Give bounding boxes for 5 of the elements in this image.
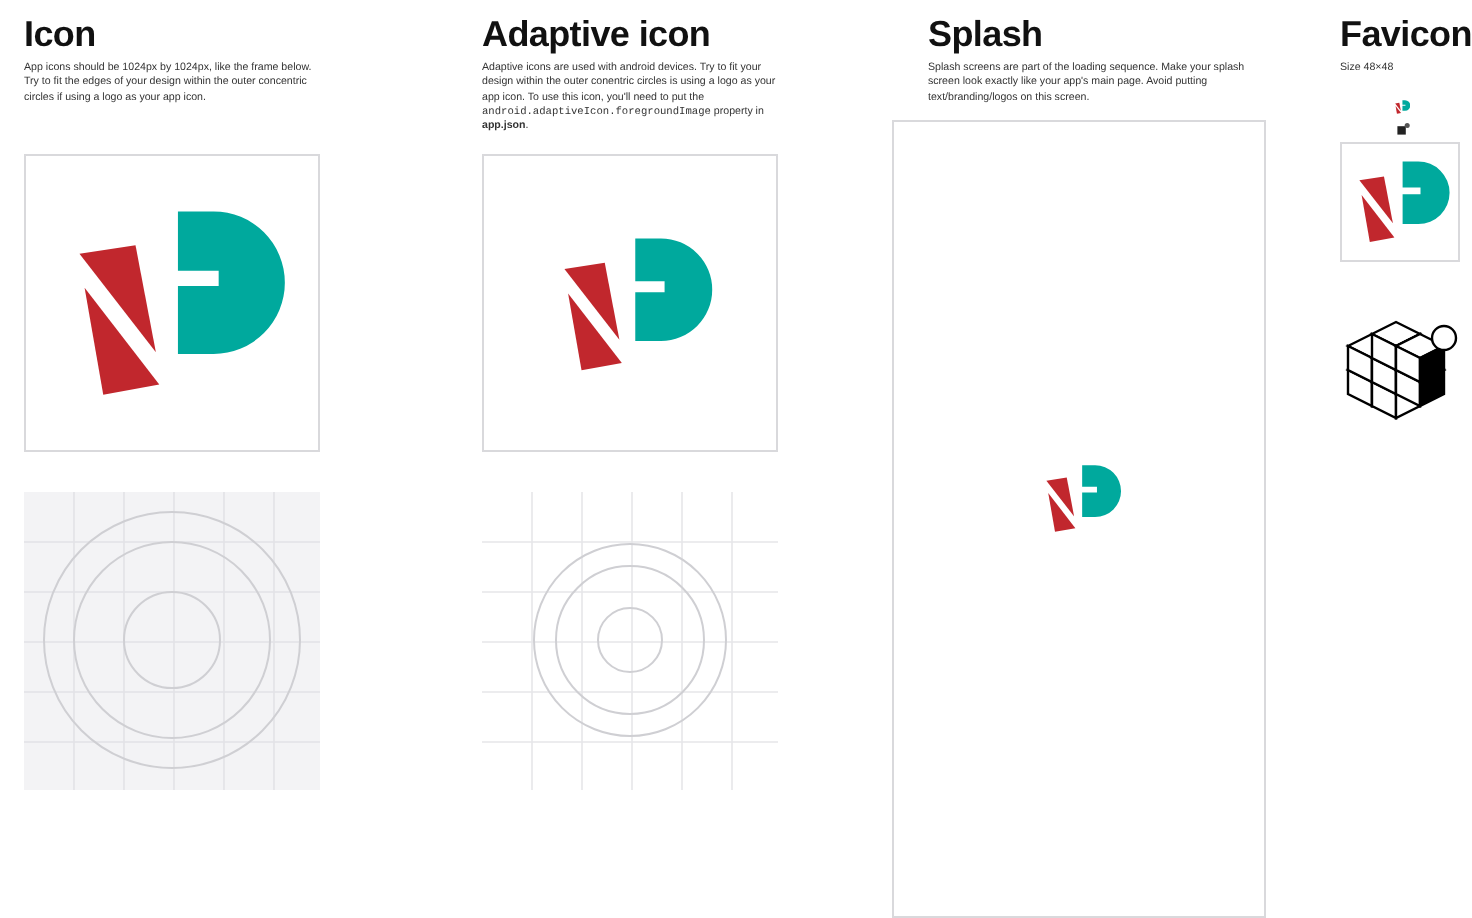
section-title: Favicon — [1340, 12, 1472, 56]
section-title: Icon — [24, 12, 98, 56]
section-title: Splash — [928, 12, 1045, 56]
tiny-logo-icon — [1394, 100, 1410, 115]
section-title: Adaptive icon — [482, 12, 713, 56]
